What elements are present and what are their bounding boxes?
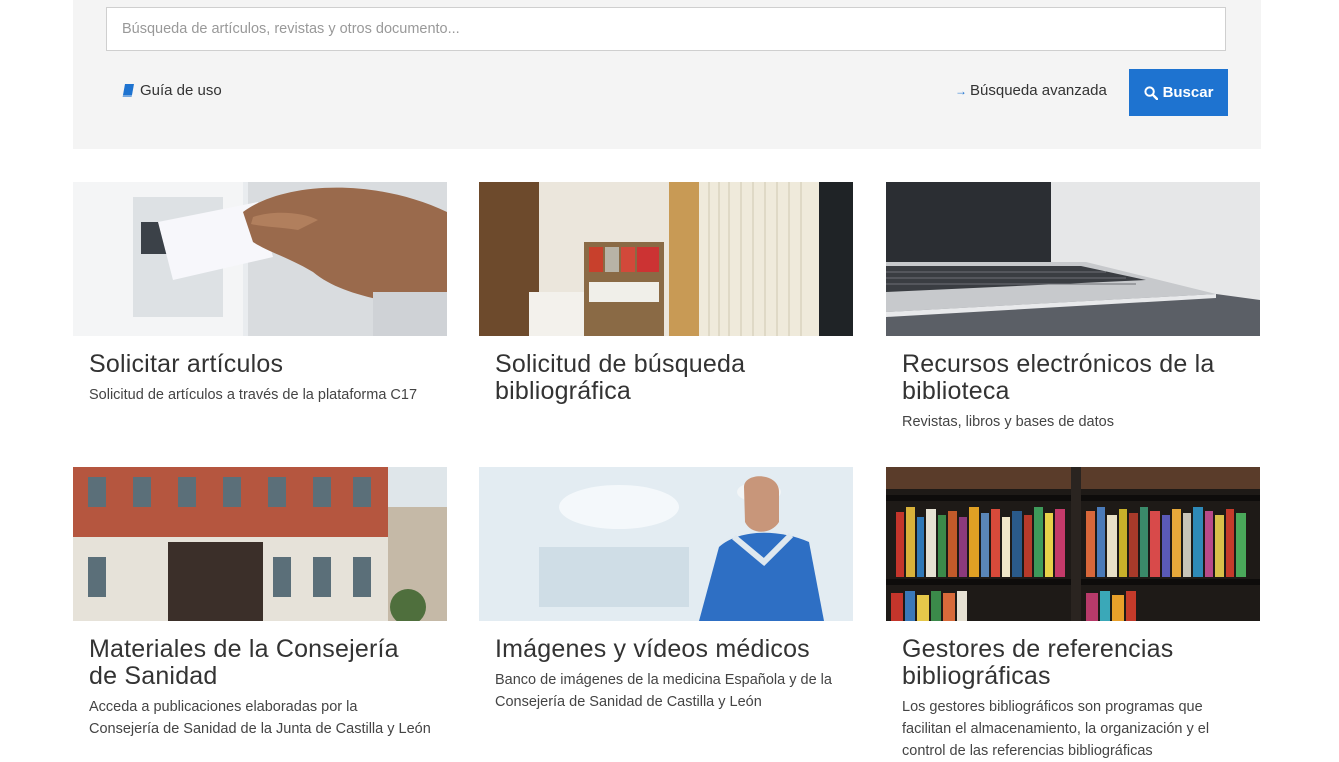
card-description: Revistas, libros y bases de datos xyxy=(902,414,1114,430)
search-input[interactable] xyxy=(106,7,1226,51)
card-solicitar-articulos[interactable]: Solicitar artículos Solicitud de artícul… xyxy=(73,182,447,406)
card-recursos-electronicos[interactable]: Recursos electrónicos de la biblioteca R… xyxy=(886,182,1260,433)
search-button[interactable]: Buscar xyxy=(1129,69,1228,116)
card-title[interactable]: Solicitar artículos xyxy=(89,351,431,378)
advanced-search-label: Búsqueda avanzada xyxy=(970,82,1107,99)
book-icon xyxy=(122,83,134,97)
card-materiales-consejeria[interactable]: Materiales de la Consejería de Sanidad A… xyxy=(73,467,447,740)
card-description: Solicitud de artículos a través de la pl… xyxy=(89,387,418,403)
search-button-label: Buscar xyxy=(1162,84,1214,101)
search-panel: Guía de uso → Búsqueda avanzada Buscar xyxy=(73,0,1261,149)
card-title[interactable]: Recursos electrónicos de la biblioteca xyxy=(902,351,1244,405)
card-solicitud-busqueda[interactable]: Solicitud de búsqueda bibliográfica xyxy=(479,182,853,411)
library-shelves-image[interactable] xyxy=(479,182,853,336)
card-title[interactable]: Imágenes y vídeos médicos xyxy=(495,636,837,663)
laptop-image[interactable] xyxy=(886,182,1260,336)
bookshelf-image[interactable] xyxy=(886,467,1260,621)
hand-inserting-paper-image[interactable] xyxy=(73,182,447,336)
advanced-search-link[interactable]: → Búsqueda avanzada xyxy=(955,82,1107,99)
card-title[interactable]: Materiales de la Consejería de Sanidad xyxy=(89,636,431,690)
search-icon xyxy=(1143,85,1158,100)
card-imagenes-videos[interactable]: Imágenes y vídeos médicos Banco de imáge… xyxy=(479,467,853,713)
card-description: Los gestores bibliográficos son programa… xyxy=(902,699,1210,759)
card-gestores-referencias[interactable]: Gestores de referencias bibliográficas L… xyxy=(886,467,1260,762)
guide-link-label: Guía de uso xyxy=(140,82,222,99)
card-description: Banco de imágenes de la medicina Español… xyxy=(495,672,832,710)
guide-link[interactable]: Guía de uso xyxy=(122,82,222,99)
arrow-right-icon: → xyxy=(955,83,967,98)
government-building-image[interactable] xyxy=(73,467,447,621)
card-title[interactable]: Gestores de referencias bibliográficas xyxy=(902,636,1244,690)
card-description: Acceda a publicaciones elaboradas por la… xyxy=(89,699,431,737)
surgeon-image[interactable] xyxy=(479,467,853,621)
card-title[interactable]: Solicitud de búsqueda bibliográfica xyxy=(495,351,837,405)
